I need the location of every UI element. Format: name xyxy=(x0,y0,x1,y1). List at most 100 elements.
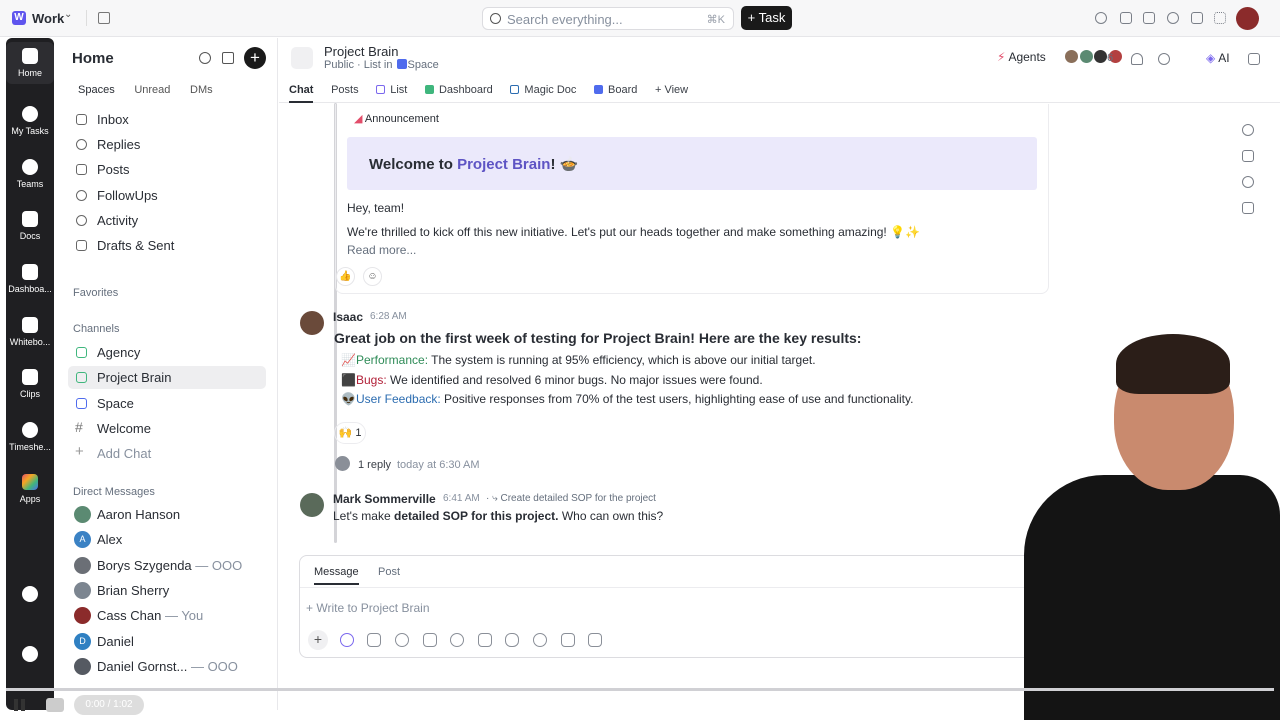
check-circle-icon[interactable] xyxy=(1095,12,1107,24)
bug-icon: ⬛ xyxy=(341,373,356,387)
avatar[interactable] xyxy=(300,311,324,335)
add-view-button[interactable]: + View xyxy=(655,84,688,101)
search-icon[interactable] xyxy=(199,52,211,64)
tab-spaces[interactable]: Spaces xyxy=(72,81,121,99)
add-reaction-icon[interactable]: ☺ xyxy=(363,267,382,286)
breadcrumb-space[interactable]: Space xyxy=(408,59,439,71)
rail-item-docs[interactable]: Docs xyxy=(6,211,54,241)
rail-item-whiteboards[interactable]: Whitebo... xyxy=(6,317,54,347)
channel-agency[interactable]: Agency xyxy=(68,341,266,364)
sidebar-item-posts[interactable]: Posts xyxy=(68,158,266,181)
add-chat-button[interactable]: + Add Chat xyxy=(68,442,266,465)
sidebar-item-inbox[interactable]: Inbox xyxy=(68,108,266,131)
video-icon[interactable] xyxy=(1143,12,1155,24)
chevron-down-icon[interactable]: ⌄ xyxy=(64,9,72,20)
channel-welcome[interactable]: # Welcome xyxy=(68,417,266,440)
format-icon[interactable] xyxy=(422,633,437,647)
sidebar-item-replies[interactable]: Replies xyxy=(68,133,266,156)
emoji-icon[interactable] xyxy=(450,633,465,647)
rail-label: Home xyxy=(17,68,42,78)
rail-item-home[interactable]: Home xyxy=(6,42,54,84)
tab-unread[interactable]: Unread xyxy=(128,81,176,99)
rail-item-help[interactable] xyxy=(6,646,54,666)
sparkle-icon[interactable] xyxy=(1242,202,1254,214)
ai-icon[interactable] xyxy=(339,633,354,647)
pause-icon[interactable] xyxy=(14,699,26,711)
agents-button[interactable]: ⚡ Agents xyxy=(997,50,1046,64)
plus-button[interactable]: + xyxy=(308,630,328,650)
document-icon[interactable] xyxy=(1191,12,1203,24)
sidebar-toggle-icon[interactable] xyxy=(222,52,234,64)
sidebar-item-drafts[interactable]: Drafts & Sent xyxy=(68,234,266,257)
progress-bar[interactable] xyxy=(6,688,1274,691)
check-circle-icon[interactable] xyxy=(1242,176,1254,188)
task-reference[interactable]: · ⤷ Create detailed SOP for the project xyxy=(486,493,656,504)
attach-icon[interactable] xyxy=(367,633,382,647)
apps-grid-icon[interactable] xyxy=(1214,12,1226,24)
list-icon[interactable] xyxy=(291,47,313,69)
reaction-pill[interactable]: 🙌 1 xyxy=(334,422,366,444)
tab-board[interactable]: Board xyxy=(594,84,637,101)
tab-dashboard[interactable]: Dashboard xyxy=(424,84,493,101)
tab-magic-doc[interactable]: Magic Doc xyxy=(510,84,576,101)
search-input[interactable]: Search everything... ⌘K xyxy=(482,7,734,30)
create-button[interactable]: + xyxy=(244,47,266,69)
channel-space[interactable]: Space xyxy=(68,392,266,415)
message-input[interactable]: + Write to Project Brain xyxy=(306,601,430,615)
message-author[interactable]: Mark Sommerville xyxy=(333,492,436,506)
template-icon[interactable] xyxy=(588,633,603,647)
rail-item-invite[interactable] xyxy=(6,586,54,606)
comment-icon[interactable] xyxy=(1242,150,1254,162)
workspace-badge[interactable]: W xyxy=(12,11,26,25)
avatar[interactable] xyxy=(300,493,324,517)
thumbs-up-icon[interactable]: 👍 xyxy=(336,267,355,286)
tab-dms[interactable]: DMs xyxy=(184,81,219,99)
mention-icon[interactable] xyxy=(394,633,409,647)
dm-item[interactable]: A Alex xyxy=(68,528,266,551)
tab-post[interactable]: Post xyxy=(378,566,400,578)
notepad-icon[interactable] xyxy=(1120,12,1132,24)
favorites-heading[interactable]: Favorites xyxy=(73,287,118,299)
checklist-icon[interactable] xyxy=(560,633,575,647)
dm-heading[interactable]: Direct Messages xyxy=(73,486,155,498)
rail-item-apps[interactable]: Apps xyxy=(6,474,54,504)
user-avatar[interactable] xyxy=(1236,7,1259,30)
sidebar-item-label: Posts xyxy=(97,162,130,177)
message-author[interactable]: Isaac xyxy=(333,310,363,324)
rail-item-teams[interactable]: Teams xyxy=(6,159,54,189)
channels-heading[interactable]: Channels xyxy=(73,323,119,335)
task-icon[interactable] xyxy=(533,633,547,647)
dm-item[interactable]: Aaron Hanson xyxy=(68,503,266,526)
dm-item[interactable]: Brian Sherry xyxy=(68,579,266,602)
dm-item[interactable]: Daniel Gornst... — OOO xyxy=(68,655,266,678)
workspace-name[interactable]: Work xyxy=(32,11,64,26)
call-icon[interactable] xyxy=(1158,53,1170,65)
mic-icon[interactable] xyxy=(505,633,520,647)
ai-button[interactable]: ◈ AI xyxy=(1206,51,1230,65)
activity-icon xyxy=(76,215,87,226)
sidebar-item-followups[interactable]: FollowUps xyxy=(68,184,266,207)
tab-posts[interactable]: Posts xyxy=(331,84,359,101)
add-task-button[interactable]: + Task xyxy=(741,6,792,30)
read-more-link[interactable]: Read more... xyxy=(347,243,416,257)
rail-item-timesheets[interactable]: Timeshe... xyxy=(6,422,54,452)
video-icon[interactable] xyxy=(477,633,492,647)
bell-icon[interactable] xyxy=(1131,53,1143,65)
sidebar-item-activity[interactable]: Activity xyxy=(68,209,266,232)
panel-toggle-icon[interactable] xyxy=(1248,53,1260,65)
tab-message[interactable]: Message xyxy=(314,566,359,585)
rail-item-dashboards[interactable]: Dashboa... xyxy=(6,264,54,294)
alarm-icon[interactable] xyxy=(1167,12,1179,24)
channel-project-brain[interactable]: Project Brain xyxy=(68,366,266,389)
search-icon[interactable] xyxy=(1242,124,1254,136)
calendar-icon[interactable] xyxy=(98,12,110,24)
rail-item-my-tasks[interactable]: My Tasks xyxy=(6,106,54,136)
volume-icon[interactable] xyxy=(46,698,64,712)
rail-item-clips[interactable]: Clips xyxy=(6,369,54,399)
dm-item[interactable]: D Daniel xyxy=(68,630,266,653)
dm-item[interactable]: Borys Szygenda — OOO xyxy=(68,554,266,577)
dm-item[interactable]: Cass Chan — You xyxy=(68,604,266,627)
tab-chat[interactable]: Chat xyxy=(289,84,314,103)
reply-count-link[interactable]: 1 reply xyxy=(358,459,391,471)
tab-list[interactable]: List xyxy=(376,84,407,101)
